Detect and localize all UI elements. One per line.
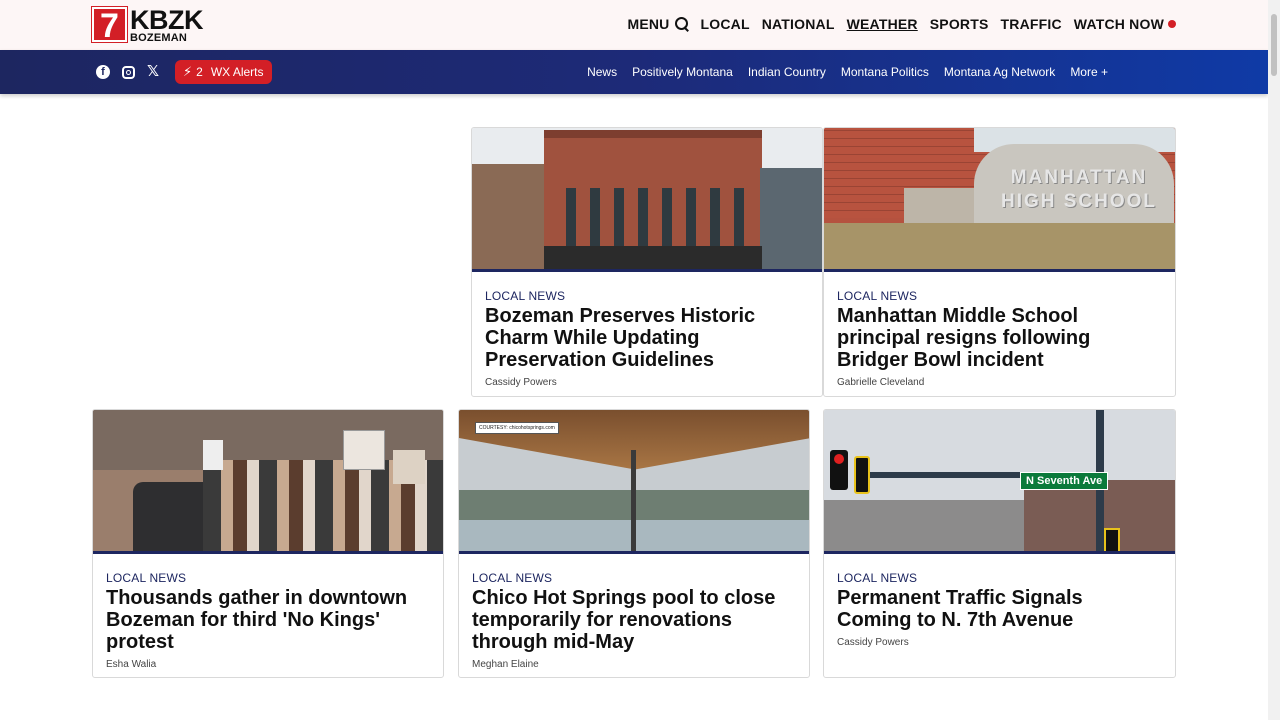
subnav-news[interactable]: News [587,65,617,79]
nav-item-weather[interactable]: WEATHER [847,16,918,32]
story-image[interactable]: COURTESY: chicohotsprings.com [459,410,809,554]
story-card[interactable]: COURTESY: chicohotsprings.com LOCAL NEWS… [458,409,810,678]
watch-now-link[interactable]: WATCH NOW [1074,16,1176,32]
menu-label: MENU [627,16,670,32]
story-headline[interactable]: Thousands gather in downtown Bozeman for… [106,587,430,653]
story-image[interactable]: MANHATTAN HIGH SCHOOL [824,128,1175,272]
nav-item-local[interactable]: LOCAL [701,16,750,32]
logo-city: BOZEMAN [130,32,188,44]
story-card[interactable]: MANHATTAN HIGH SCHOOL LOCAL NEWS Manhatt… [823,127,1176,397]
x-icon[interactable]: 𝕏 [146,64,160,79]
instagram-icon[interactable] [121,65,135,79]
logo-call-sign: KBZK [130,5,204,35]
facebook-icon[interactable]: f [96,65,110,79]
subnav-montana-ag-network[interactable]: Montana Ag Network [944,65,1055,79]
story-kicker: LOCAL NEWS [485,289,566,303]
live-dot-icon [1168,20,1176,28]
secondary-nav-bar: f 𝕏 ⚡ 2 WX Alerts News Positively Montan… [0,50,1268,94]
story-card[interactable]: LOCAL NEWS Thousands gather in downtown … [92,409,444,678]
story-image[interactable] [472,128,822,272]
story-kicker: LOCAL NEWS [472,571,553,585]
story-kicker: LOCAL NEWS [106,571,187,585]
site-logo[interactable]: 7 KBZK BOZEMAN [91,5,204,44]
top-header: 7 KBZK BOZEMAN MENU LOCAL NATIONAL WEATH… [0,0,1268,50]
alerts-label: WX Alerts [210,65,264,79]
scrollbar-thumb[interactable] [1271,14,1277,76]
subnav-more[interactable]: More + [1070,65,1108,79]
main-nav: MENU LOCAL NATIONAL WEATHER SPORTS TRAFF… [615,0,1176,48]
story-author[interactable]: Esha Walia [106,659,430,670]
story-card[interactable]: LOCAL NEWS Bozeman Preserves Historic Ch… [471,127,823,397]
story-author[interactable]: Cassidy Powers [837,637,1162,648]
story-headline[interactable]: Chico Hot Springs pool to close temporar… [472,587,796,653]
story-headline[interactable]: Manhattan Middle School principal resign… [837,305,1162,371]
subnav-indian-country[interactable]: Indian Country [748,65,826,79]
lightning-bolt-icon: ⚡ [183,64,193,79]
story-kicker: LOCAL NEWS [837,571,918,585]
story-image[interactable]: N Seventh Ave [824,410,1175,554]
sign-text-line-2: HIGH SCHOOL [1000,191,1158,212]
weather-alerts-button[interactable]: ⚡ 2 WX Alerts [175,60,272,84]
story-headline[interactable]: Bozeman Preserves Historic Charm While U… [485,305,809,371]
subnav-montana-politics[interactable]: Montana Politics [841,65,929,79]
watch-now-label: WATCH NOW [1073,16,1164,32]
story-image[interactable] [93,410,443,554]
story-author[interactable]: Gabrielle Cleveland [837,377,1162,388]
page-scrollbar[interactable] [1268,0,1280,720]
social-links: f 𝕏 [96,64,160,79]
nav-item-national[interactable]: NATIONAL [762,16,835,32]
logo-number: 7 [91,6,128,44]
alerts-count: 2 [196,65,203,79]
story-author[interactable]: Cassidy Powers [485,377,809,388]
nav-item-sports[interactable]: SPORTS [930,16,989,32]
street-sign: N Seventh Ave [1020,472,1109,490]
sign-text-line-1: MANHATTAN [1010,167,1148,188]
menu-button[interactable]: MENU [627,16,688,32]
story-author[interactable]: Meghan Elaine [472,659,796,670]
sub-nav: News Positively Montana Indian Country M… [587,50,1108,94]
story-card[interactable]: N Seventh Ave LOCAL NEWS Permanent Traff… [823,409,1176,678]
image-credit: COURTESY: chicohotsprings.com [475,422,559,434]
nav-item-traffic[interactable]: TRAFFIC [1001,16,1062,32]
search-icon[interactable] [674,17,689,31]
story-headline[interactable]: Permanent Traffic Signals Coming to N. 7… [837,587,1162,631]
story-kicker: LOCAL NEWS [837,289,918,303]
subnav-positively-montana[interactable]: Positively Montana [632,65,733,79]
